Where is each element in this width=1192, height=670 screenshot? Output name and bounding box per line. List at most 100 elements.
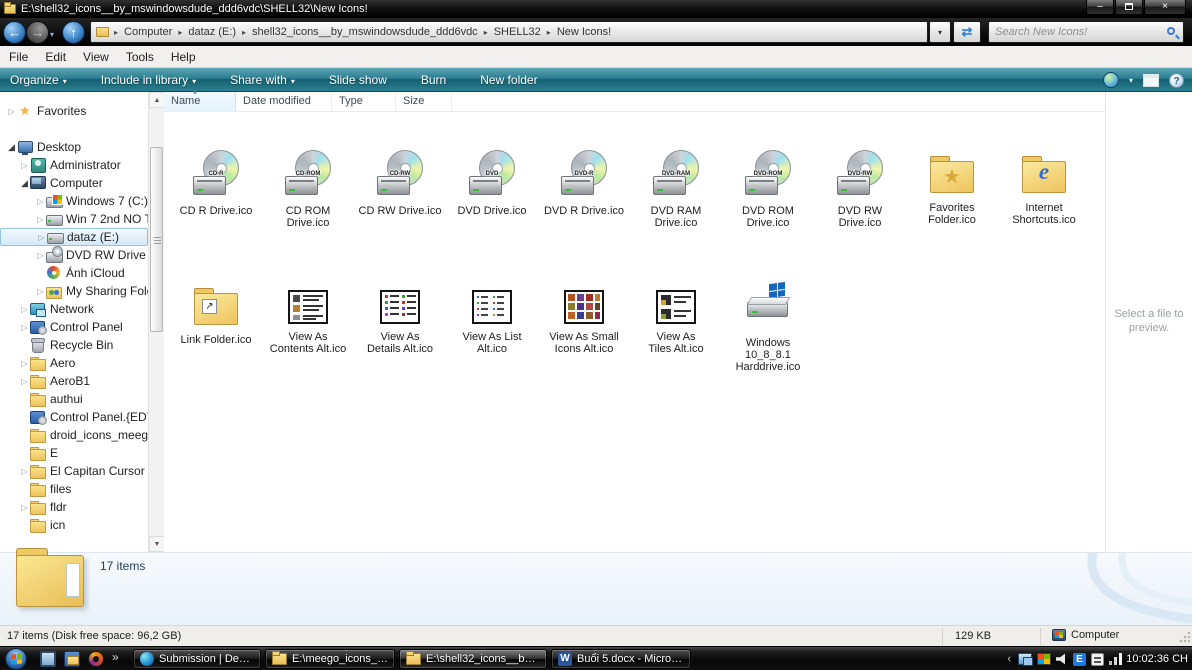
address-bar[interactable]: ▸ Computer ▸ dataz (E:) ▸ shell32_icons_…: [90, 21, 928, 43]
expand-arrow-icon[interactable]: ▷: [19, 161, 30, 170]
expand-arrow-icon[interactable]: ▷: [19, 467, 30, 476]
show-desktop-icon[interactable]: [40, 651, 56, 667]
file-item-view-as-contents[interactable]: View As Contents Alt.ico: [262, 282, 354, 373]
sidebar-item-computer[interactable]: ◢Computer: [0, 174, 148, 192]
search-input[interactable]: [995, 23, 1159, 41]
action-center-icon[interactable]: [1037, 653, 1051, 665]
resize-grip[interactable]: [1178, 632, 1190, 644]
expand-arrow-icon[interactable]: ▷: [35, 251, 46, 260]
file-item-view-as-tiles[interactable]: View As Tiles Alt.ico: [630, 282, 722, 373]
sidebar-item-anh-icloud[interactable]: Ánh iCloud: [0, 264, 148, 282]
file-item-view-as-list[interactable]: View As List Alt.ico: [446, 282, 538, 373]
file-item-dvd-rw-drive[interactable]: DVD-RW DVD RW Drive.ico: [814, 150, 906, 229]
sidebar-item-droid-icons-meego[interactable]: droid_icons_meego_: [0, 426, 148, 444]
eset-icon[interactable]: E: [1073, 653, 1086, 666]
taskbar-button-deviantart[interactable]: Submission | Deviant...: [133, 649, 261, 669]
file-item-link-folder[interactable]: ↗ Link Folder.ico: [170, 282, 262, 373]
file-item-view-as-small-icons[interactable]: View As Small Icons Alt.ico: [538, 282, 630, 373]
forward-button[interactable]: ←: [26, 21, 49, 44]
expand-arrow-icon[interactable]: ▷: [36, 233, 47, 242]
sidebar-item-network[interactable]: ▷Network: [0, 300, 148, 318]
sidebar-item-win7-2nd[interactable]: ▷Win 7 2nd NO TR: [0, 210, 148, 228]
menu-help[interactable]: Help: [171, 50, 196, 64]
column-header-name[interactable]: ▲Name: [164, 92, 236, 111]
sidebar-item-authui[interactable]: authui: [0, 390, 148, 408]
sidebar-item-control-panel-guid[interactable]: Control Panel.{ED7B: [0, 408, 148, 426]
menu-tools[interactable]: Tools: [126, 50, 154, 64]
breadcrumb-dataz[interactable]: dataz (E:): [183, 26, 241, 38]
quicklaunch-overflow-icon[interactable]: »: [112, 650, 119, 664]
sidebar-item-e[interactable]: E: [0, 444, 148, 462]
sidebar-item-desktop[interactable]: ◢Desktop: [0, 138, 148, 156]
preview-pane-button[interactable]: [1143, 74, 1159, 87]
sidebar-item-dvd-rw-drive[interactable]: ▷DVD RW Drive (F: [0, 246, 148, 264]
taskbar-clock[interactable]: 10:02:36 CH: [1126, 647, 1188, 670]
up-button[interactable]: ↑: [62, 21, 85, 44]
menu-file[interactable]: File: [9, 50, 28, 64]
collapse-arrow-icon[interactable]: ◢: [6, 142, 17, 153]
address-dropdown-button[interactable]: ▾: [929, 21, 951, 43]
change-view-dropdown[interactable]: ▾: [1129, 76, 1133, 85]
expand-arrow-icon[interactable]: ▷: [35, 197, 46, 206]
file-item-cd-rom-drive[interactable]: CD-ROM CD ROM Drive.ico: [262, 150, 354, 229]
hidden-icons-chevron[interactable]: ‹: [1005, 653, 1013, 665]
sidebar-item-control-panel[interactable]: ▷Control Panel: [0, 318, 148, 336]
taskbar-button-word-document[interactable]: W Buổi 5.docx - Micros...: [551, 649, 691, 669]
change-view-icon[interactable]: [1103, 72, 1119, 88]
expand-arrow-icon[interactable]: ▷: [6, 107, 17, 116]
breadcrumb-new-icons[interactable]: New Icons!: [552, 26, 616, 38]
explorer-quicklaunch-icon[interactable]: [64, 651, 80, 667]
close-button[interactable]: ×: [1144, 0, 1186, 15]
sidebar-item-administrator[interactable]: ▷Administrator: [0, 156, 148, 174]
collapse-arrow-icon[interactable]: ◢: [19, 178, 30, 189]
input-indicator-icon[interactable]: [1091, 653, 1104, 666]
column-header-type[interactable]: Type: [332, 92, 396, 111]
minimize-button[interactable]: –: [1086, 0, 1114, 15]
new-folder-button[interactable]: New folder: [470, 69, 547, 91]
sidebar-item-fldr[interactable]: ▷fldr: [0, 498, 148, 516]
help-button[interactable]: ?: [1169, 73, 1184, 88]
menu-edit[interactable]: Edit: [45, 50, 66, 64]
sidebar-item-el-capitan-cursor[interactable]: ▷El Capitan Cursor for: [0, 462, 148, 480]
refresh-button[interactable]: ⇄: [953, 21, 981, 43]
back-button[interactable]: ←: [3, 21, 26, 44]
column-header-date-modified[interactable]: Date modified: [236, 92, 332, 111]
file-item-favorites-folder[interactable]: ★ Favorites Folder.ico: [906, 150, 998, 229]
sidebar-item-aerob1[interactable]: ▷AeroB1: [0, 372, 148, 390]
column-header-size[interactable]: Size: [396, 92, 452, 111]
title-bar[interactable]: E:\shell32_icons__by_mswindowsdude_ddd6v…: [0, 0, 1192, 18]
sidebar-item-icn[interactable]: icn: [0, 516, 148, 534]
file-item-internet-shortcuts[interactable]: e Internet Shortcuts.ico: [998, 150, 1090, 229]
expand-arrow-icon[interactable]: ▷: [19, 323, 30, 332]
sidebar-item-favorites[interactable]: ▷★Favorites: [0, 102, 148, 120]
include-in-library-button[interactable]: Include in library▾: [91, 69, 206, 91]
file-item-dvd-r-drive[interactable]: DVD-R DVD R Drive.ico: [538, 150, 630, 229]
share-with-button[interactable]: Share with▾: [220, 69, 305, 91]
expand-arrow-icon[interactable]: ▷: [35, 215, 46, 224]
app-ring-icon[interactable]: [88, 651, 104, 667]
maximize-button[interactable]: [1115, 0, 1143, 15]
file-item-windows-harddrive[interactable]: Windows 10_8_8.1 Harddrive.ico: [722, 282, 814, 373]
network-tray-icon[interactable]: [1018, 653, 1032, 665]
organize-button[interactable]: Organize▾: [0, 69, 77, 91]
file-item-dvd-drive[interactable]: DVD DVD Drive.ico: [446, 150, 538, 229]
signal-bars-icon[interactable]: [1109, 653, 1122, 665]
volume-icon[interactable]: [1056, 653, 1068, 665]
file-item-cd-rw-drive[interactable]: CD-RW CD RW Drive.ico: [354, 150, 446, 229]
expand-arrow-icon[interactable]: ▷: [19, 377, 30, 386]
sidebar-item-aero[interactable]: ▷Aero: [0, 354, 148, 372]
expand-arrow-icon[interactable]: ▷: [19, 359, 30, 368]
sidebar-item-windows7-c[interactable]: ▷Windows 7 (C:): [0, 192, 148, 210]
burn-button[interactable]: Burn: [411, 69, 456, 91]
taskbar-button-meego-icons[interactable]: E:\meego_icons_by_...: [265, 649, 395, 669]
expand-arrow-icon[interactable]: ▷: [35, 287, 46, 296]
tree-scrollbar[interactable]: ▲ ▼: [148, 92, 164, 552]
scroll-up-icon[interactable]: ▲: [149, 92, 165, 108]
menu-view[interactable]: View: [83, 50, 109, 64]
breadcrumb-shell32[interactable]: SHELL32: [489, 26, 546, 38]
file-item-cd-r-drive[interactable]: CD-R CD R Drive.ico: [170, 150, 262, 229]
taskbar-button-shell32-icons[interactable]: E:\shell32_icons__by_...: [399, 649, 547, 669]
scrollbar-thumb[interactable]: [150, 147, 163, 332]
sidebar-item-recycle-bin[interactable]: Recycle Bin: [0, 336, 148, 354]
breadcrumb-shell32-icons[interactable]: shell32_icons__by_mswindowsdude_ddd6vdc: [247, 26, 483, 38]
